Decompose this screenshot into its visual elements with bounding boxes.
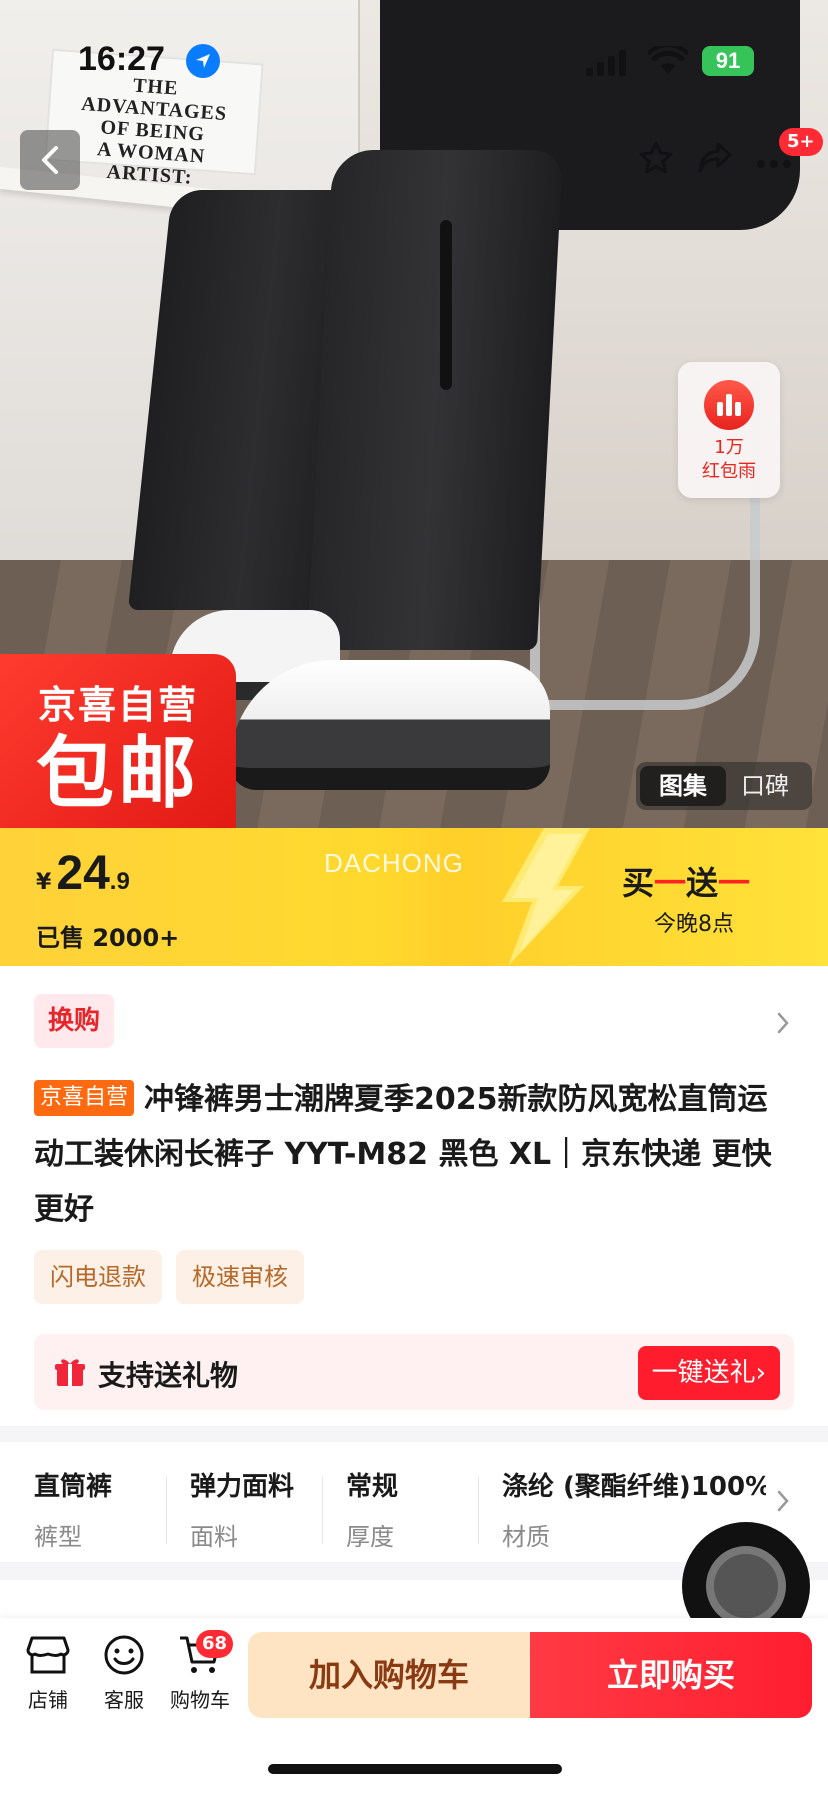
- home-indicator[interactable]: [268, 1764, 562, 1774]
- red-packet-label: 红包雨: [702, 461, 756, 482]
- gift-icon: [54, 1356, 86, 1392]
- price-integer: 24: [56, 847, 110, 900]
- price: ¥ 24.9: [36, 846, 130, 906]
- attribute-value: 直筒裤: [34, 1472, 113, 1502]
- promo-get: 送: [686, 864, 719, 902]
- cart-label: 购物车: [170, 1688, 230, 1712]
- signal-icon: [586, 50, 630, 80]
- hero-shoe-right: [230, 660, 550, 790]
- lightning-bolt-icon: [486, 828, 596, 966]
- price-decimal: .9: [109, 868, 130, 895]
- service-label: 客服: [104, 1688, 144, 1712]
- gift-label: 支持送礼物: [98, 1359, 239, 1392]
- sold-count: 已售 2000+: [36, 924, 180, 952]
- favorite-star-icon[interactable]: [638, 140, 674, 180]
- status-time: 16:27: [78, 40, 165, 78]
- attribute-label: 厚度: [346, 1523, 394, 1551]
- attribute-label: 面料: [190, 1523, 238, 1551]
- service-tags: 闪电退款 极速审核: [34, 1250, 318, 1304]
- gift-bar: 支持送礼物 一键送礼›: [34, 1334, 794, 1410]
- swap-purchase-tag[interactable]: 换购: [34, 994, 115, 1048]
- service-button[interactable]: 客服: [86, 1634, 162, 1713]
- promo-subtitle: 今晚8点: [654, 912, 734, 937]
- hero-zipper: [440, 220, 452, 390]
- gallery-toggle: 图集 口碑: [636, 762, 812, 810]
- cart-count-badge: 68: [196, 1630, 234, 1658]
- buy-now-button[interactable]: 立即购买: [530, 1632, 812, 1718]
- more-badge: 5+: [779, 128, 823, 156]
- add-to-cart-button[interactable]: 加入购物车: [248, 1632, 530, 1718]
- store-label: 店铺: [28, 1688, 68, 1712]
- customer-service-icon: [104, 1635, 144, 1675]
- jx-self-operated-badge: 京喜自营 包邮: [0, 654, 236, 828]
- store-icon: [26, 1636, 70, 1674]
- service-tag: 极速审核: [176, 1250, 304, 1304]
- attribute-label: 裤型: [34, 1523, 82, 1551]
- jx-badge-free-shipping: 包邮: [35, 729, 200, 819]
- promo-dash: 一: [718, 864, 751, 902]
- chevron-right-icon[interactable]: [776, 1490, 790, 1516]
- service-tag: 闪电退款: [34, 1250, 162, 1304]
- wifi-icon: [647, 43, 689, 80]
- attribute-value: 涤纶 (聚酯纤维)100%: [502, 1472, 766, 1502]
- tab-gallery[interactable]: 图集: [640, 766, 726, 806]
- send-gift-button[interactable]: 一键送礼›: [637, 1346, 780, 1400]
- attribute-item: 弹力面料 面料: [190, 1466, 340, 1552]
- product-title-text: 冲锋裤男士潮牌夏季2025新款防风宽松直筒运动工装休闲长裤子 YYT-M82 黑…: [34, 1082, 772, 1227]
- product-title: 京喜自营 冲锋裤男士潮牌夏季2025新款防风宽松直筒运动工装休闲长裤子 YYT-M…: [34, 1072, 794, 1237]
- title-self-operated-badge: 京喜自营: [34, 1080, 135, 1116]
- battery-icon: 91: [702, 46, 754, 76]
- chevron-left-icon: [42, 146, 58, 174]
- more-icon[interactable]: [756, 154, 792, 173]
- back-button[interactable]: [20, 130, 80, 190]
- attribute-item: 常规 厚度: [346, 1466, 496, 1552]
- attribute-item: 直筒裤 裤型: [34, 1466, 184, 1552]
- attribute-value: 常规: [346, 1472, 399, 1502]
- assistive-touch-ring: [706, 1546, 786, 1626]
- divider: [478, 1476, 479, 1544]
- red-packet-icon: [704, 380, 754, 430]
- promo-buy: 买: [622, 864, 655, 902]
- tab-reviews[interactable]: 口碑: [722, 766, 808, 806]
- divider: [322, 1476, 323, 1544]
- status-bar: 16:27 91: [0, 0, 828, 120]
- divider: [166, 1476, 167, 1544]
- promo-dash: 一: [654, 864, 687, 902]
- attribute-value: 弹力面料: [190, 1472, 295, 1502]
- price-banner: ¥ 24.9 已售 2000+ DACHONG 买一送一 今晚8点: [0, 828, 828, 966]
- share-icon[interactable]: [696, 140, 734, 180]
- product-info-card: 换购 京喜自营 冲锋裤男士潮牌夏季2025新款防风宽松直筒运动工装休闲长裤子 YY…: [0, 966, 828, 1426]
- location-arrow-icon: [186, 44, 220, 78]
- red-packet-amount: 1万: [714, 437, 744, 458]
- store-button[interactable]: 店铺: [10, 1634, 86, 1713]
- jx-badge-top: 京喜自营: [37, 683, 198, 727]
- promo-title: 买一送一: [622, 858, 750, 904]
- currency-symbol: ¥: [36, 870, 52, 895]
- red-packet-rain-widget[interactable]: 1万 红包雨: [678, 362, 780, 498]
- chevron-right-icon[interactable]: [776, 1012, 790, 1038]
- brand-watermark: DACHONG: [324, 848, 464, 878]
- hero-pants-right: [306, 150, 564, 650]
